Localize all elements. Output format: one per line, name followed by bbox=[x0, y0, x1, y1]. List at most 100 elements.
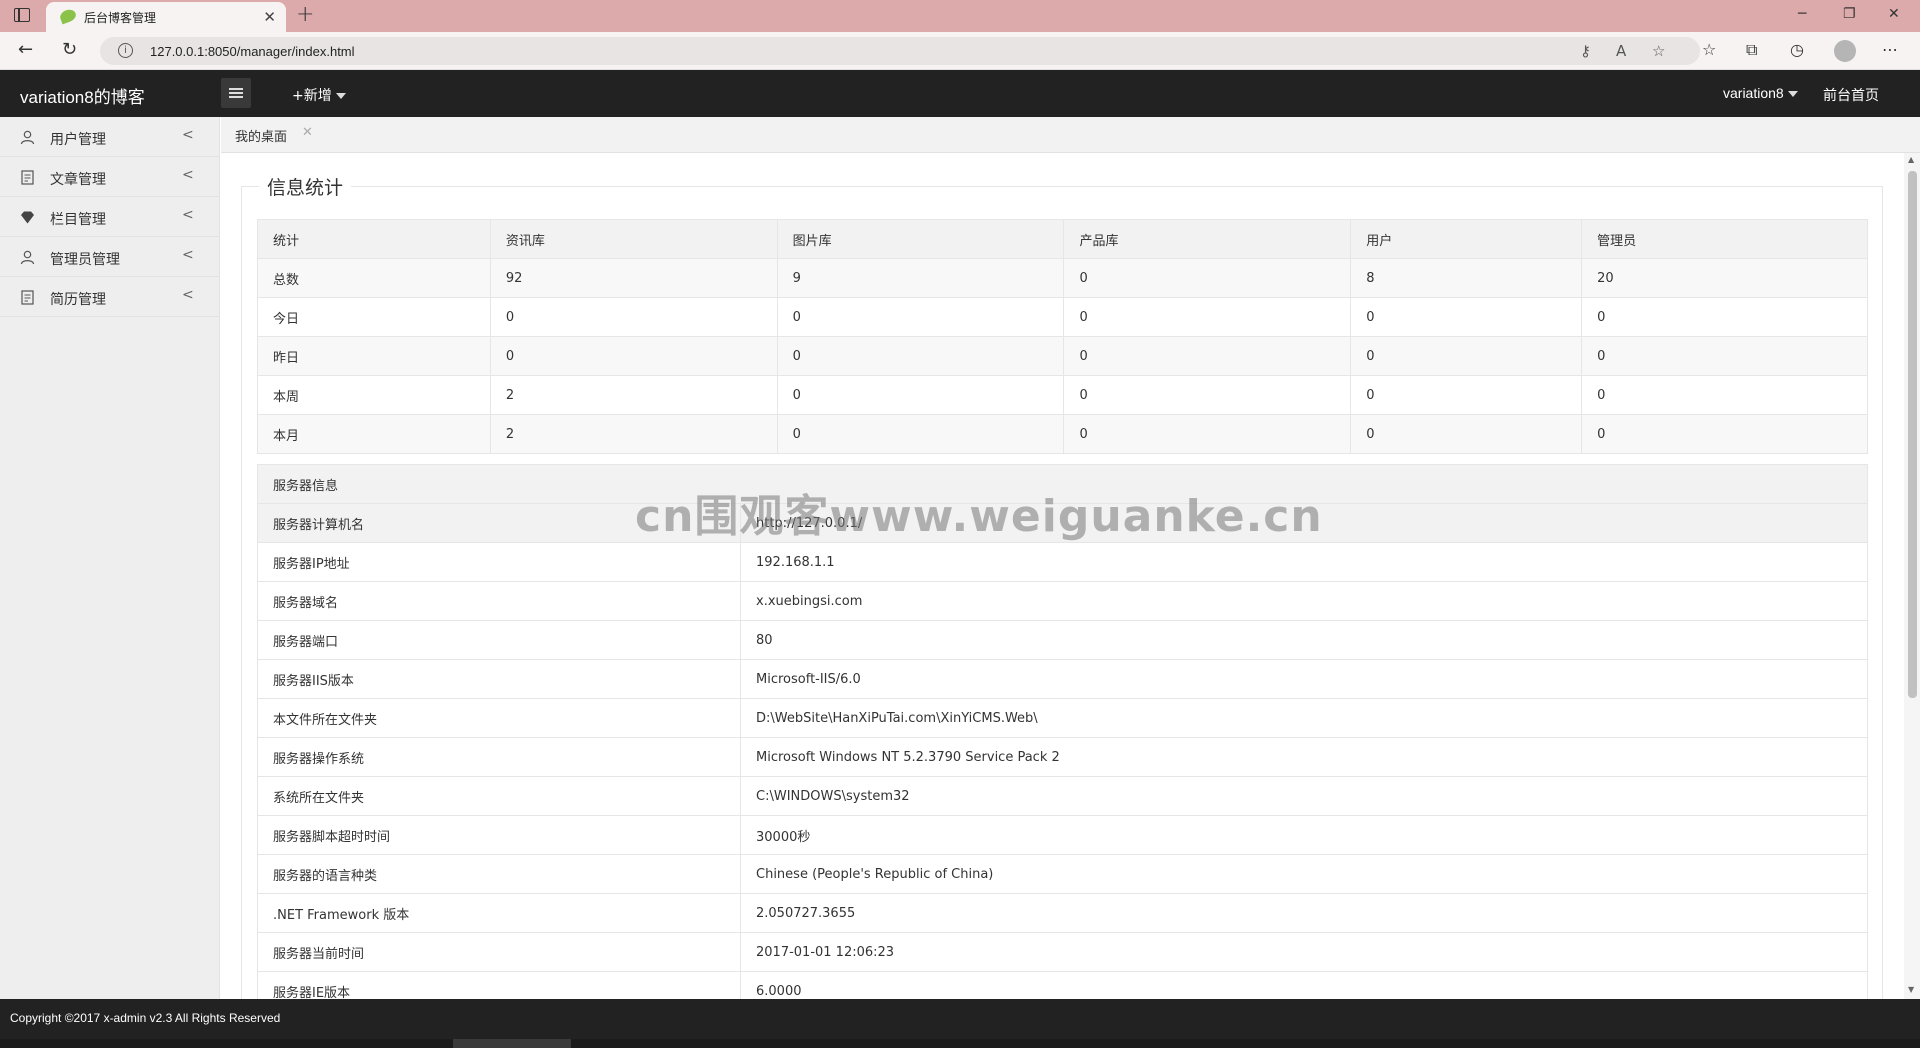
add-new-dropdown[interactable]: +新增 bbox=[292, 85, 346, 105]
user-icon bbox=[20, 130, 35, 145]
tab-close-icon[interactable]: ✕ bbox=[302, 125, 313, 140]
sidebar-item-label: 简历管理 bbox=[50, 292, 106, 308]
stats-cell: 0 bbox=[1350, 414, 1583, 454]
history-icon[interactable]: ◷ bbox=[1790, 40, 1804, 59]
table-row: .NET Framework 版本 2.050727.3655 bbox=[257, 893, 1868, 933]
server-info-label: 服务器IIS版本 bbox=[257, 659, 741, 699]
window-menu-icon[interactable] bbox=[14, 8, 30, 22]
collections-icon[interactable]: ⧉ bbox=[1746, 40, 1757, 60]
stats-cell: 总数 bbox=[257, 258, 491, 298]
server-info-label: .NET Framework 版本 bbox=[257, 893, 741, 933]
stats-cell: 0 bbox=[1063, 336, 1352, 376]
table-row: 本周 2 0 0 0 0 bbox=[257, 375, 1868, 415]
stats-cell: 0 bbox=[1063, 375, 1352, 415]
table-row: 系统所在文件夹 C:\WINDOWS\system32 bbox=[257, 776, 1868, 816]
browser-navbar: ← ↻ i 127.0.0.1:8050/manager/index.html … bbox=[0, 32, 1920, 70]
favorites-icon[interactable]: ☆ bbox=[1702, 40, 1716, 59]
scroll-up-icon[interactable]: ▲ bbox=[1908, 155, 1914, 164]
sidebar-item-label: 栏目管理 bbox=[50, 212, 106, 228]
tab-title: 后台博客管理 bbox=[84, 11, 157, 25]
sidebar-item[interactable]: 简历管理 < bbox=[0, 277, 219, 317]
sidebar-item-label: 管理员管理 bbox=[50, 252, 120, 268]
refresh-icon[interactable]: ↻ bbox=[62, 39, 77, 60]
table-row: 服务器端口 80 bbox=[257, 620, 1868, 660]
server-info-value: http://127.0.0.1/ bbox=[740, 503, 1868, 543]
stats-cell: 0 bbox=[1581, 414, 1868, 454]
username-label: variation8 bbox=[1723, 85, 1784, 101]
sidebar: 用户管理 < 文章管理 < 栏目管理 < 管理员管理 < 简历管理 < bbox=[0, 117, 220, 999]
menu-toggle-button[interactable] bbox=[221, 78, 251, 108]
stats-cell: 本月 bbox=[257, 414, 491, 454]
close-window-icon[interactable]: ✕ bbox=[1888, 6, 1900, 22]
caret-down-icon bbox=[335, 93, 346, 99]
server-info-value: D:\WebSite\HanXiPuTai.com\XinYiCMS.Web\ bbox=[740, 698, 1868, 738]
server-info-value: Microsoft-IIS/6.0 bbox=[740, 659, 1868, 699]
site-info-icon[interactable]: i bbox=[118, 43, 133, 58]
taskbar bbox=[0, 1039, 1920, 1048]
front-home-link[interactable]: 前台首页 bbox=[1823, 85, 1879, 105]
stats-cell: 8 bbox=[1350, 258, 1583, 298]
more-icon[interactable]: ⋯ bbox=[1882, 40, 1898, 59]
content-scrollbar[interactable]: ▲ ▼ bbox=[1904, 153, 1920, 999]
server-info-table: 服务器信息 服务器计算机名 http://127.0.0.1/服务器IP地址 192.… bbox=[257, 464, 1868, 999]
sidebar-item[interactable]: 文章管理 < bbox=[0, 157, 219, 197]
minimize-icon[interactable]: ─ bbox=[1798, 6, 1806, 22]
stats-cell: 92 bbox=[489, 258, 778, 298]
user-icon bbox=[20, 250, 35, 265]
table-row: 服务器IE版本 6.0000 bbox=[257, 971, 1868, 999]
profile-avatar[interactable] bbox=[1834, 40, 1856, 62]
back-icon[interactable]: ← bbox=[18, 39, 33, 60]
stats-header-cell: 用户 bbox=[1350, 219, 1583, 259]
server-info-label: 服务器域名 bbox=[257, 581, 741, 621]
stats-header-cell: 统计 bbox=[257, 219, 491, 259]
stats-cell: 9 bbox=[776, 258, 1065, 298]
stats-cell: 2 bbox=[489, 414, 778, 454]
favorite-add-icon[interactable]: ☆ bbox=[1652, 42, 1665, 60]
sidebar-item[interactable]: 管理员管理 < bbox=[0, 237, 219, 277]
chevron-left-icon: < bbox=[182, 167, 194, 183]
browser-tab[interactable]: 后台博客管理 ✕ bbox=[46, 2, 286, 32]
taskbar-item[interactable] bbox=[453, 1039, 571, 1048]
url-text[interactable]: 127.0.0.1:8050/manager/index.html bbox=[150, 44, 355, 59]
stats-cell: 0 bbox=[1581, 336, 1868, 376]
table-row: 服务器IP地址 192.168.1.1 bbox=[257, 542, 1868, 582]
stats-cell: 0 bbox=[1063, 297, 1352, 337]
stats-cell: 0 bbox=[776, 297, 1065, 337]
server-info-label: 服务器的语言种类 bbox=[257, 854, 741, 894]
server-info-label: 服务器IP地址 bbox=[257, 542, 741, 582]
server-info-label: 本文件所在文件夹 bbox=[257, 698, 741, 738]
stats-cell: 0 bbox=[1581, 375, 1868, 415]
key-icon[interactable]: ⚷ bbox=[1580, 42, 1591, 60]
read-aloud-icon[interactable]: A bbox=[1616, 42, 1626, 60]
tab-my-desktop[interactable]: 我的桌面 bbox=[235, 126, 287, 145]
server-info-value: 30000秒 bbox=[740, 815, 1868, 855]
table-row: 服务器IIS版本 Microsoft-IIS/6.0 bbox=[257, 659, 1868, 699]
restore-icon[interactable]: ❐ bbox=[1843, 6, 1856, 22]
add-new-label: +新增 bbox=[292, 88, 332, 104]
user-dropdown[interactable]: variation8 bbox=[1723, 85, 1798, 101]
server-info-value: 2.050727.3655 bbox=[740, 893, 1868, 933]
stats-cell: 昨日 bbox=[257, 336, 491, 376]
site-logo[interactable]: variation8的博客 bbox=[20, 83, 145, 108]
main-content: 信息统计 统计 资讯库 图片库 产品库 用户 管理员 总数 92 9 0 8 20 今日 0 0 0 0 0 昨日 0… bbox=[221, 153, 1920, 999]
stats-cell: 0 bbox=[1063, 258, 1352, 298]
sidebar-item[interactable]: 栏目管理 < bbox=[0, 197, 219, 237]
address-bar[interactable]: i 127.0.0.1:8050/manager/index.html ⚷ A … bbox=[100, 37, 1700, 65]
new-tab-button[interactable]: + bbox=[296, 2, 314, 27]
tab-close-icon[interactable]: ✕ bbox=[263, 8, 276, 26]
sidebar-item-label: 文章管理 bbox=[50, 172, 106, 188]
sidebar-item[interactable]: 用户管理 < bbox=[0, 117, 219, 157]
page-tabs: 我的桌面 ✕ bbox=[221, 117, 1920, 153]
scroll-down-icon[interactable]: ▼ bbox=[1908, 985, 1914, 994]
stats-cell: 0 bbox=[1350, 336, 1583, 376]
scroll-thumb[interactable] bbox=[1908, 171, 1917, 698]
server-info-label: 服务器当前时间 bbox=[257, 932, 741, 972]
table-row: 本月 2 0 0 0 0 bbox=[257, 414, 1868, 454]
chevron-left-icon: < bbox=[182, 247, 194, 263]
server-info-value: 6.0000 bbox=[740, 971, 1868, 999]
app-header: variation8的博客 +新增 variation8 前台首页 bbox=[0, 70, 1920, 117]
stats-cell: 0 bbox=[776, 414, 1065, 454]
table-row: 服务器操作系统 Microsoft Windows NT 5.2.3790 Ser… bbox=[257, 737, 1868, 777]
stats-header-cell: 管理员 bbox=[1581, 219, 1868, 259]
table-row: 服务器当前时间 2017-01-01 12:06:23 bbox=[257, 932, 1868, 972]
